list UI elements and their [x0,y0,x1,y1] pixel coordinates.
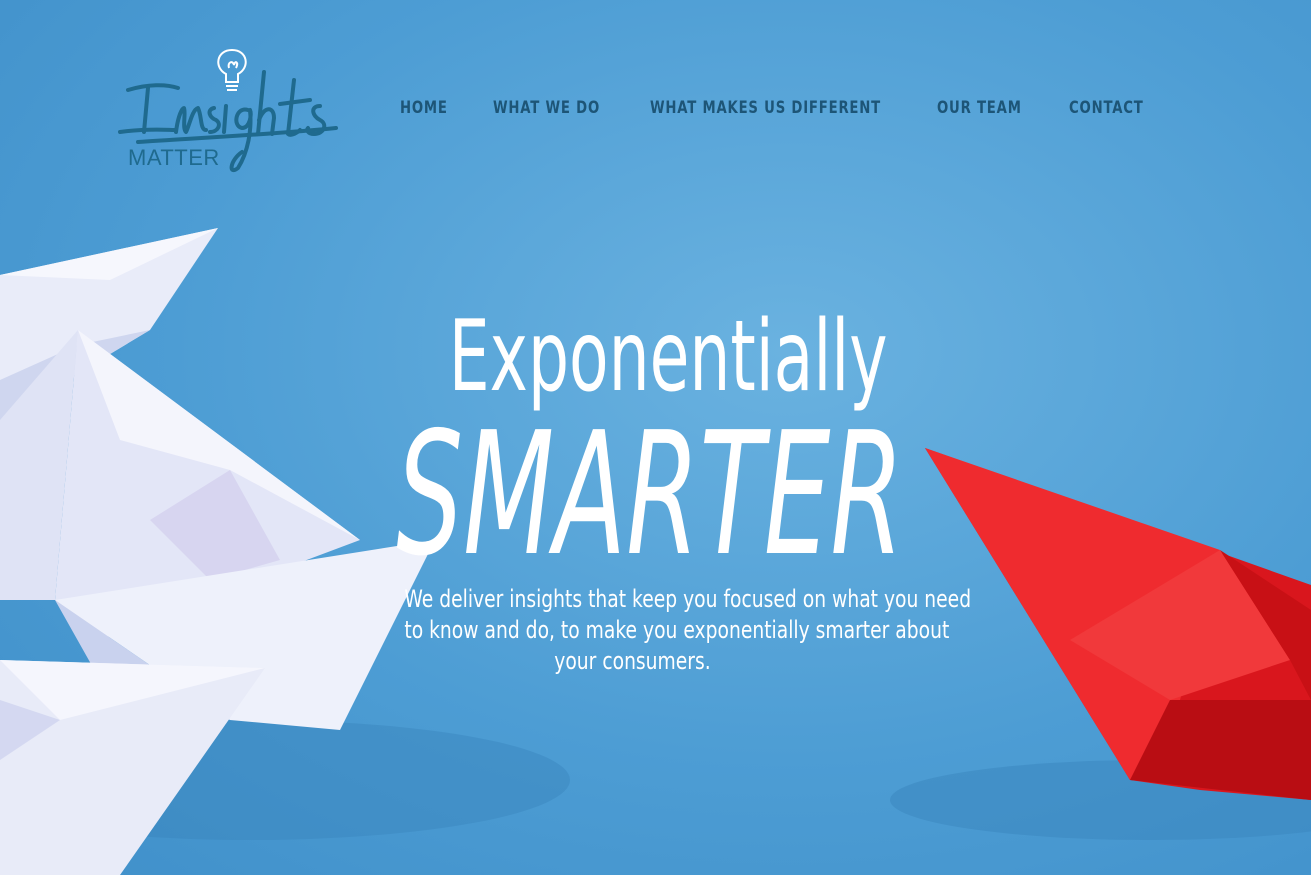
nav-item-what-we-do[interactable]: WHAT WE DO [493,98,600,118]
hero-headline-line2: SMARTER [396,396,904,594]
lightbulb-icon [217,48,247,91]
insights-matter-logo[interactable]: MATTER [118,44,344,176]
nav-item-home[interactable]: HOME [400,98,448,118]
hero-headline-line1: Exponentially [448,300,888,414]
nav-item-contact[interactable]: CONTACT [1069,98,1144,118]
tagline-line-1: We deliver insights that keep you focuse… [404,585,972,613]
logo-graphic: MATTER [118,48,338,172]
main-navigation: HOME WHAT WE DO WHAT MAKES US DIFFERENT … [400,98,1145,118]
red-paper-boat [925,448,1311,800]
nav-item-our-team[interactable]: OUR TEAM [937,98,1022,118]
tagline-line-3: your consumers. [554,647,711,675]
hero-section: MATTER HOME WHAT WE DO WHAT MAKES US DIF… [0,0,1311,875]
nav-item-what-makes-us-different[interactable]: WHAT MAKES US DIFFERENT [650,98,881,118]
logo-subtext: MATTER [128,145,220,170]
tagline-line-2: to know and do, to make you exponentiall… [404,616,950,644]
hero-tagline: We deliver insights that keep you focuse… [340,584,972,677]
